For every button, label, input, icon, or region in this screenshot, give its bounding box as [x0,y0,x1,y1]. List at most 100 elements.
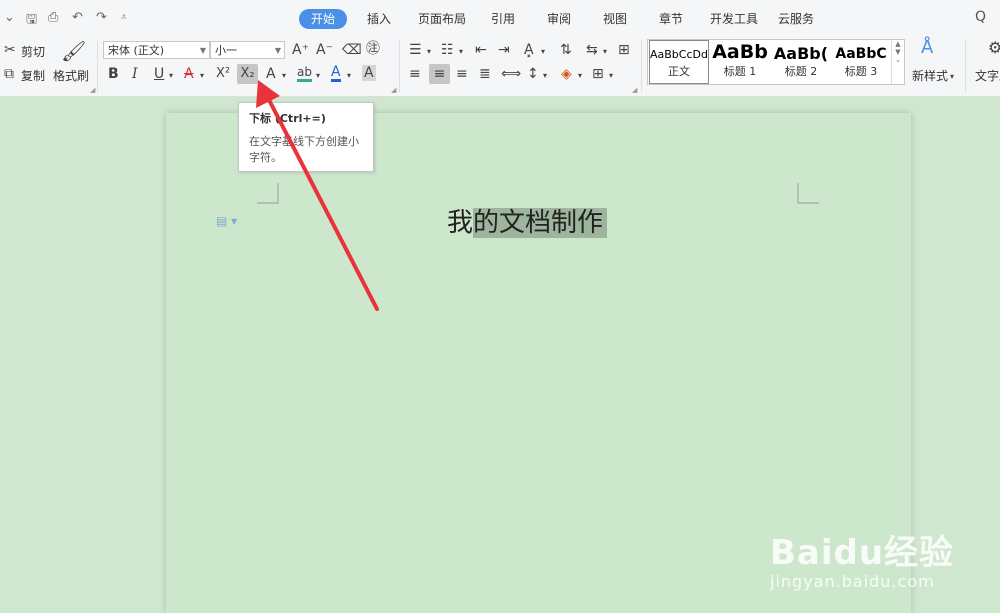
line-spacing-icon[interactable]: ↕ [527,66,539,82]
chevron-down-icon[interactable]: ▾ [541,44,545,60]
chevron-down-icon[interactable]: ▾ [609,68,613,84]
baidu-watermark: Baidu经验 jingyan.baidu.com [770,525,954,591]
font-size-select[interactable]: 小一 ▼ [210,41,285,59]
title-text-unselected: 我 [447,208,474,238]
cut-button[interactable]: 剪切 [21,43,45,60]
chinese-layout-icon[interactable]: A͓ [524,42,534,58]
undo-icon[interactable]: ↶ [72,10,83,25]
tab-insert[interactable]: 插入 [361,9,397,29]
copy-icon: ⧉ [4,66,14,82]
text-effect-icon[interactable]: A [266,66,276,82]
increase-indent-icon[interactable]: ⇥ [498,42,510,58]
chevron-down-icon[interactable]: ▾ [950,69,954,85]
chevron-down-icon[interactable]: ▾ [282,68,286,84]
document-title[interactable]: 我的文档制作 [447,204,608,242]
chevron-down-icon[interactable]: ▾ [427,44,431,60]
font-size-value: 小一 [215,44,237,57]
align-left-icon[interactable]: ≡ [409,66,421,82]
chevron-down-icon[interactable]: ▾ [347,68,351,84]
style-name: 标题 3 [844,65,878,78]
table-frame-icon[interactable]: ⊞ [618,42,630,58]
tab-chapter[interactable]: 章节 [653,9,689,29]
chevron-down-icon[interactable]: ▾ [169,68,173,84]
copy-button[interactable]: 复制 [21,67,45,84]
phonetic-icon[interactable]: ㊟ [366,41,380,57]
chevron-down-icon[interactable]: ▾ [578,68,582,84]
shading-icon[interactable]: ◈ [561,66,572,82]
style-heading-3[interactable]: AaBbC 标题 3 [832,40,890,84]
decrease-indent-icon[interactable]: ⇤ [475,42,487,58]
style-sample: AaBbC [835,46,887,62]
style-sample: AaBbCcDd [650,48,708,61]
bullet-list-icon[interactable]: ☰ [409,42,422,58]
divider [641,40,642,92]
tab-references[interactable]: 引用 [485,9,521,29]
tab-page-layout[interactable]: 页面布局 [412,9,472,29]
tab-view[interactable]: 视图 [597,9,633,29]
chevron-down-icon[interactable]: ▾ [603,44,607,60]
style-sample: AaBb [712,41,768,63]
bold-icon[interactable]: B [108,66,119,82]
style-heading-1[interactable]: AaBb 标题 1 [710,40,770,84]
strikethrough-icon[interactable]: A [184,66,194,82]
chevron-down-icon[interactable]: ▾ [543,68,547,84]
style-heading-2[interactable]: AaBb( 标题 2 [771,40,831,84]
grow-font-icon[interactable]: A⁺ [292,42,309,58]
style-name: 标题 2 [784,65,818,78]
print-icon[interactable]: ⎙ [48,10,58,25]
char-shading-icon[interactable]: A [362,65,376,81]
collapse-icon[interactable]: ⌄ [4,10,15,25]
group-corner-icon[interactable]: ◢ [90,86,95,94]
align-center-icon[interactable]: ≡ [429,64,450,84]
font-color-icon[interactable]: A [331,65,341,82]
font-name-select[interactable]: 宋体 (正文) ▼ [103,41,210,59]
style-sample: AaBb( [773,44,829,63]
subscript-icon[interactable]: X₂ [237,64,258,84]
scissors-icon: ✂ [4,42,16,58]
borders-icon[interactable]: ⊞ [592,66,604,82]
styles-scroll[interactable]: ▲ ▼ ⌄ [891,40,904,84]
sort-icon[interactable]: ⇅ [560,42,572,58]
superscript-icon[interactable]: X² [216,66,230,82]
group-corner-icon[interactable]: ◢ [391,86,396,94]
tooltip-body: 在文字基线下方创建小字符。 [249,135,359,164]
chevron-down-icon: ▼ [274,46,281,55]
clear-format-icon[interactable]: ⌫ [342,42,362,58]
save-icon[interactable]: 🖫 [26,10,37,32]
search-icon[interactable]: Q [975,9,986,25]
shrink-font-icon[interactable]: A⁻ [316,42,333,58]
customize-icon[interactable]: ⩡ [121,12,127,23]
show-marks-icon[interactable]: ⇆ [586,42,598,58]
numbered-list-icon[interactable]: ☷ [441,42,454,58]
watermark-logo: Baidu经验 [770,533,955,573]
group-corner-icon[interactable]: ◢ [632,86,637,94]
redo-icon[interactable]: ↷ [96,10,107,25]
align-right-icon[interactable]: ≡ [456,66,468,82]
tab-cloud[interactable]: 云服务 [772,9,820,29]
italic-icon[interactable]: I [132,66,138,82]
format-painter-icon[interactable]: 🖌 [61,40,86,62]
margin-corner-mark [257,183,279,204]
underline-icon[interactable]: U [154,66,164,82]
new-style-button[interactable]: 新样式 [912,67,948,84]
format-painter-button[interactable]: 格式刷 [53,67,89,84]
distribute-icon[interactable]: ⟺ [501,66,521,82]
chevron-down-icon[interactable]: ▾ [459,44,463,60]
text-tools-button[interactable]: 文字工 [975,67,1000,84]
style-normal[interactable]: AaBbCcDd 正文 [649,40,709,84]
tab-developer[interactable]: 开发工具 [704,9,764,29]
style-name: 正文 [668,65,690,78]
tab-review[interactable]: 审阅 [541,9,577,29]
tooltip-title: 下标 (Ctrl+=) [249,112,326,125]
chevron-down-icon[interactable]: ▾ [316,68,320,84]
justify-icon[interactable]: ≣ [479,66,491,82]
paragraph-layout-icon[interactable]: ▤ ▾ [216,214,237,228]
tab-home[interactable]: 开始 [299,9,348,29]
ribbon: ✂ 剪切 ⧉ 复制 🖌 格式刷 ◢ 宋体 (正文) ▼ 小一 ▼ A⁺ A⁻ ⌫… [0,36,1000,97]
highlight-icon[interactable]: ab [297,66,312,82]
new-style-icon[interactable]: Å [921,39,933,57]
text-tools-icon[interactable]: ⚙ [988,40,1000,56]
chevron-down-icon: ▼ [199,46,206,55]
divider [97,40,98,92]
chevron-down-icon[interactable]: ▾ [200,68,204,84]
